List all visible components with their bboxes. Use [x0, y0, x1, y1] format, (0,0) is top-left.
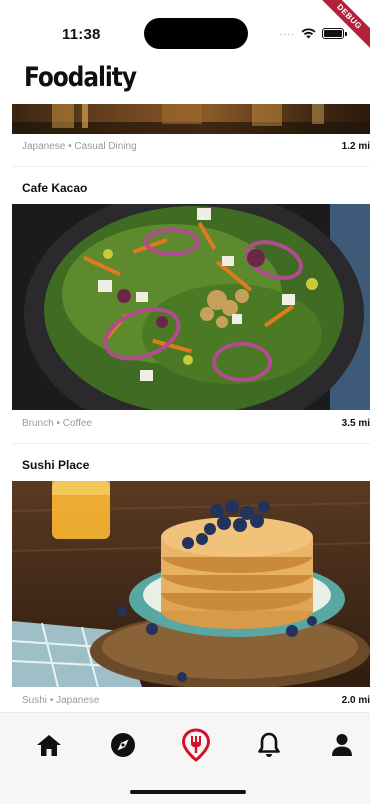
restaurant-meta-2: Brunch • Coffee: [22, 418, 93, 429]
restaurant-name-3[interactable]: Sushi Place: [22, 458, 89, 472]
status-icons: ....: [279, 26, 347, 40]
restaurant-meta-3: Sushi • Japanese: [22, 695, 100, 706]
status-time: 11:38: [62, 26, 101, 43]
salad-bowl-image: [12, 204, 370, 410]
restaurant-feed[interactable]: Japanese • Casual Dining 1.2 mi Cafe Kac…: [0, 104, 370, 712]
nav-notifications[interactable]: [249, 727, 289, 763]
app-logo: Foodality: [24, 62, 137, 93]
restaurant-distance-3: 2.0 mi: [341, 695, 370, 706]
divider: [12, 166, 370, 167]
nav-explore[interactable]: [103, 727, 143, 763]
home-icon: [37, 735, 61, 756]
restaurant-distance-1: 1.2 mi: [341, 141, 370, 152]
nav-profile[interactable]: [322, 727, 362, 763]
status-bar: 11:38 .... DEBUG: [0, 0, 370, 56]
restaurant-image-3[interactable]: [12, 481, 370, 687]
bell-icon: [258, 732, 280, 757]
nav-restaurants[interactable]: [176, 727, 216, 763]
restaurant-name-2[interactable]: Cafe Kacao: [22, 181, 87, 195]
restaurant-image-2[interactable]: [12, 204, 370, 410]
fork-pin-icon: [181, 728, 211, 762]
person-icon: [332, 734, 352, 756]
bottom-navigation: [0, 712, 370, 804]
restaurant-meta-1: Japanese • Casual Dining: [22, 141, 137, 152]
wifi-icon: [301, 27, 316, 38]
compass-icon: [111, 733, 135, 757]
dynamic-island: [144, 18, 248, 49]
app-header: Foodality: [0, 56, 370, 104]
restaurant-distance-2: 3.5 mi: [341, 418, 370, 429]
divider: [12, 443, 370, 444]
restaurant-interior-image: [12, 104, 370, 134]
signal-icon: ....: [279, 27, 295, 38]
restaurant-image-1[interactable]: [12, 104, 370, 134]
pancake-stack-image: [12, 481, 370, 687]
home-indicator: [130, 790, 246, 794]
nav-home[interactable]: [29, 727, 69, 763]
battery-icon: [322, 27, 347, 39]
